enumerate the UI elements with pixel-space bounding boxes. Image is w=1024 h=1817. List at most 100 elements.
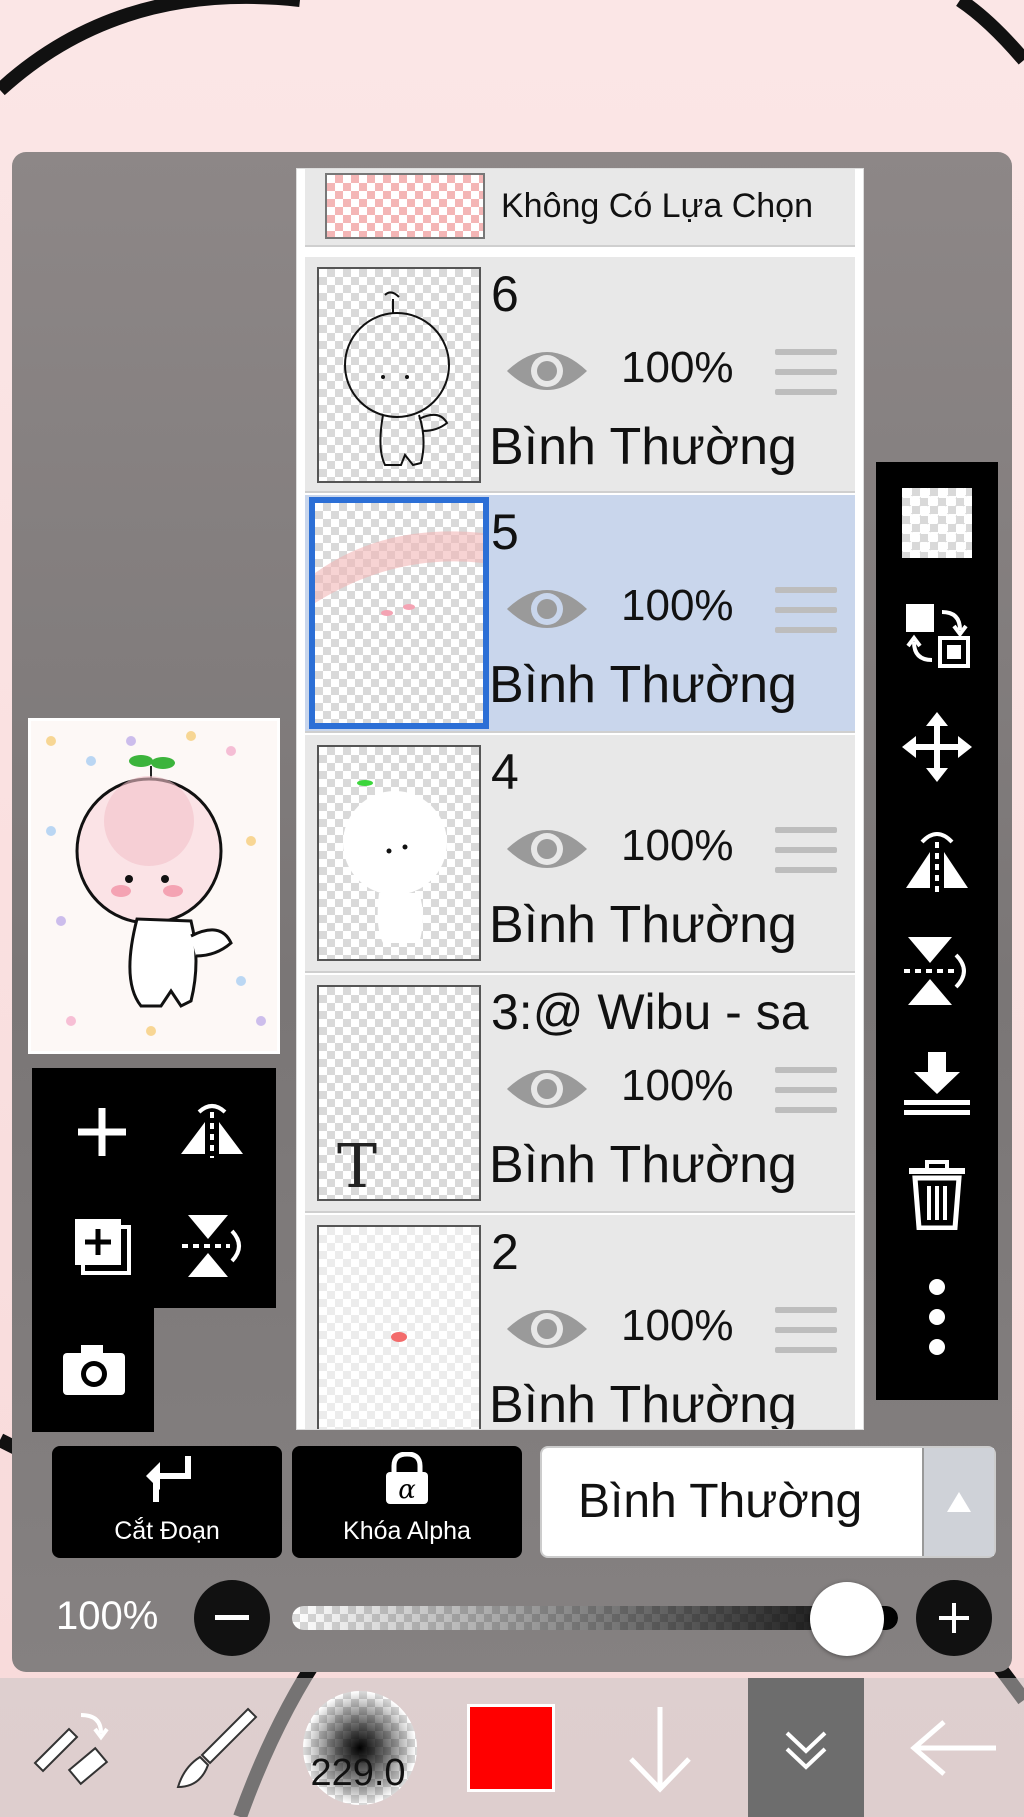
opacity-gradient <box>292 1606 898 1630</box>
character-preview-icon <box>31 721 277 1051</box>
layer-opacity: 100% <box>621 581 734 630</box>
layer-thumbnail <box>317 745 481 961</box>
add-layer-button[interactable] <box>52 1082 152 1182</box>
eye-icon <box>507 1310 587 1348</box>
brush-icon <box>176 1707 258 1788</box>
layer-opacity: 100% <box>621 1301 734 1350</box>
transparency-icon <box>902 488 972 558</box>
layer-opacity: 100% <box>621 821 734 870</box>
arrow-down-icon <box>629 1706 691 1793</box>
blend-mode-value: Bình Thường <box>578 1475 863 1528</box>
layer-drag-handle[interactable] <box>775 1067 837 1117</box>
layer-blend-mode: Bình Thường <box>489 418 797 476</box>
layer-row-5[interactable]: 5 100% Bình Thường <box>305 495 855 733</box>
blend-mode-dropdown-toggle[interactable] <box>922 1448 994 1556</box>
layer-name: 3:@ Wibu - sa <box>491 984 809 1040</box>
clipping-button[interactable]: Cắt Đoạn <box>52 1446 282 1558</box>
selection-label: Không Có Lựa Chọn <box>501 187 813 225</box>
more-vertical-icon <box>929 1279 945 1355</box>
opacity-value: 100% <box>56 1594 159 1638</box>
layer-drag-handle[interactable] <box>775 349 837 399</box>
layer-blend-mode: Bình Thường <box>489 1376 797 1430</box>
more-options-button[interactable] <box>876 1252 998 1382</box>
flip-layer-horizontal-button[interactable] <box>162 1082 262 1182</box>
layer-drag-handle[interactable] <box>775 827 837 877</box>
clipping-icon <box>146 1456 191 1502</box>
opacity-increase-button[interactable] <box>916 1580 992 1656</box>
flip-horizontal-icon <box>181 1104 243 1158</box>
flip-vertical-icon <box>182 1215 241 1277</box>
layer-blend-mode: Bình Thường <box>489 656 797 714</box>
move-down-button[interactable] <box>610 1678 710 1817</box>
flip-vertical-icon <box>904 937 966 1005</box>
blend-mode-select[interactable]: Bình Thường <box>540 1446 996 1558</box>
eye-icon <box>507 590 587 628</box>
layer-visibility-toggle[interactable] <box>505 1301 589 1357</box>
layer-opacity: 100% <box>621 343 734 392</box>
move-layer-button[interactable] <box>876 692 998 802</box>
layer-tools-left-bottom <box>32 1308 154 1432</box>
alpha-lock-icon: α <box>386 1452 428 1505</box>
alpha-lock-label: Khóa Alpha <box>343 1517 471 1545</box>
transparency-button[interactable] <box>876 468 998 578</box>
layer-row-3[interactable]: T 3:@ Wibu - sa 100% Bình Thường <box>305 975 855 1213</box>
swap-layers-button[interactable] <box>876 580 998 690</box>
back-button[interactable] <box>900 1678 1010 1817</box>
layer-thumbnail <box>309 497 489 729</box>
opacity-slider-track[interactable] <box>292 1606 898 1630</box>
layer-blend-mode: Bình Thường <box>489 1136 797 1194</box>
alpha-lock-button[interactable]: α Khóa Alpha <box>292 1446 522 1558</box>
brush-tool-button[interactable] <box>160 1678 270 1817</box>
brush-size-button[interactable] <box>298 1678 422 1817</box>
layer-list: Không Có Lựa Chọn 6 100% Bình Thường 5 1… <box>296 168 864 1430</box>
canvas-preview[interactable] <box>28 718 280 1054</box>
color-button[interactable] <box>456 1678 566 1817</box>
flip-horizontal-icon <box>906 832 968 892</box>
layer-name: 2 <box>491 1224 519 1280</box>
layer-visibility-toggle[interactable] <box>505 343 589 399</box>
current-color-swatch <box>467 1703 555 1792</box>
merge-down-button[interactable] <box>876 1028 998 1138</box>
delete-layer-button[interactable] <box>876 1140 998 1250</box>
layer-row-2[interactable]: 2 100% Bình Thường <box>305 1215 855 1430</box>
opacity-slider-knob[interactable] <box>810 1582 884 1656</box>
clipping-label: Cắt Đoạn <box>114 1517 220 1545</box>
layer-visibility-toggle[interactable] <box>505 821 589 877</box>
layer-thumbnail <box>317 1225 481 1429</box>
duplicate-layer-button[interactable] <box>52 1196 152 1296</box>
layer-drag-handle[interactable] <box>775 587 837 637</box>
plus-icon <box>939 1603 969 1633</box>
trash-icon <box>909 1160 965 1230</box>
copy-layer-icon <box>75 1219 131 1275</box>
brush-eraser-swap-icon <box>33 1712 109 1785</box>
layer-name: 4 <box>491 744 519 800</box>
double-chevron-down-icon <box>785 1731 827 1770</box>
camera-button[interactable] <box>44 1320 144 1420</box>
layer-thumbnail <box>317 267 481 483</box>
brush-size-value: 229.0 <box>310 1752 406 1794</box>
layer-name: 6 <box>491 266 519 322</box>
selection-layer-row[interactable]: Không Có Lựa Chọn <box>305 169 855 247</box>
camera-icon <box>63 1345 125 1395</box>
flip-vertical-button[interactable] <box>876 916 998 1026</box>
layer-visibility-toggle[interactable] <box>505 581 589 637</box>
triangle-up-icon <box>947 1492 971 1512</box>
layer-tools-left <box>32 1068 276 1308</box>
flip-layer-vertical-button[interactable] <box>162 1196 262 1296</box>
arrow-left-icon <box>910 1719 996 1776</box>
move-icon <box>902 712 972 782</box>
eye-icon <box>507 1070 587 1108</box>
tool-switch-button[interactable] <box>20 1678 120 1817</box>
swap-icon <box>906 604 970 668</box>
flip-horizontal-button[interactable] <box>876 804 998 914</box>
layer-row-6[interactable]: 6 100% Bình Thường <box>305 257 855 493</box>
layer-visibility-toggle[interactable] <box>505 1061 589 1117</box>
layer-row-4[interactable]: 4 100% Bình Thường <box>305 735 855 973</box>
layer-drag-handle[interactable] <box>775 1307 837 1357</box>
layer-tools-right <box>876 462 998 1400</box>
svg-text:T: T <box>337 1132 377 1199</box>
svg-text:α: α <box>398 1475 416 1505</box>
collapse-button[interactable] <box>748 1678 864 1817</box>
opacity-decrease-button[interactable] <box>194 1580 270 1656</box>
layer-blend-mode: Bình Thường <box>489 896 797 954</box>
